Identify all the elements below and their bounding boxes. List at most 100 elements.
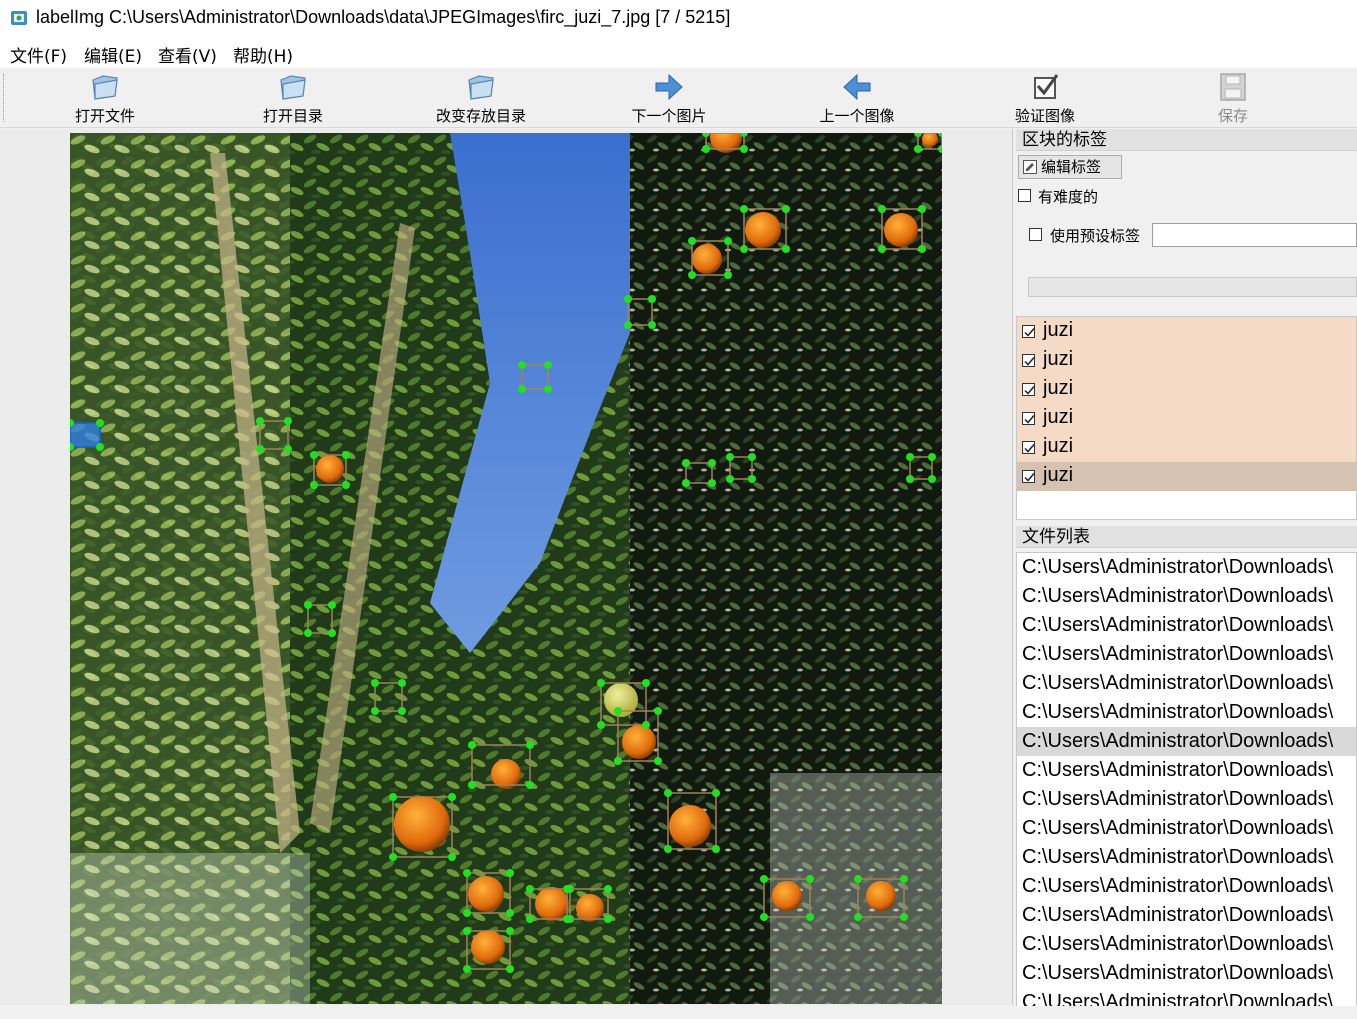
bbox-vertex-handle[interactable] [284, 417, 292, 425]
file-list-item[interactable]: C:\Users\Administrator\Downloads\ [1017, 727, 1356, 756]
annotated-image[interactable] [70, 133, 942, 1004]
label-checkbox[interactable] [1022, 325, 1035, 338]
file-list-item[interactable]: C:\Users\Administrator\Downloads\ [1017, 756, 1356, 785]
bbox-vertex-handle[interactable] [304, 601, 312, 609]
bbox-vertex-handle[interactable] [748, 453, 756, 461]
label-list[interactable]: juzi juzi juzi juzi juzi juzi [1016, 316, 1357, 520]
bbox-vertex-handle[interactable] [604, 915, 612, 923]
bbox-vertex-handle[interactable] [448, 853, 456, 861]
bbox-vertex-handle[interactable] [604, 885, 612, 893]
bbox-vertex-handle[interactable] [506, 869, 514, 877]
bbox-vertex-handle[interactable] [928, 475, 936, 483]
bbox-vertex-handle[interactable] [371, 707, 379, 715]
bbox-vertex-handle[interactable] [918, 245, 926, 253]
bbox-vertex-handle[interactable] [726, 453, 734, 461]
bbox-vertex-handle[interactable] [342, 451, 350, 459]
bbox-vertex-handle[interactable] [468, 781, 476, 789]
bbox-vertex-handle[interactable] [928, 453, 936, 461]
bbox-vertex-handle[interactable] [468, 741, 476, 749]
file-list[interactable]: C:\Users\Administrator\Downloads\ C:\User… [1016, 552, 1357, 1007]
bbox-vertex-handle[interactable] [648, 295, 656, 303]
bbox-vertex-handle[interactable] [563, 885, 571, 893]
bbox-vertex-handle[interactable] [918, 205, 926, 213]
file-list-item[interactable]: C:\Users\Administrator\Downloads\ [1017, 872, 1356, 901]
bbox-vertex-handle[interactable] [724, 271, 732, 279]
bbox-vertex-handle[interactable] [624, 321, 632, 329]
bbox-vertex-handle[interactable] [563, 915, 571, 923]
label-checkbox[interactable] [1022, 383, 1035, 396]
bbox-vertex-handle[interactable] [96, 419, 104, 427]
menu-view[interactable]: 查看(V) [156, 42, 219, 67]
bbox-vertex-handle[interactable] [782, 205, 790, 213]
bounding-box[interactable] [70, 419, 104, 451]
bbox-vertex-handle[interactable] [463, 869, 471, 877]
bbox-vertex-handle[interactable] [724, 237, 732, 245]
bbox-vertex-handle[interactable] [526, 741, 534, 749]
bbox-vertex-handle[interactable] [914, 145, 922, 153]
bbox-vertex-handle[interactable] [748, 475, 756, 483]
menu-help[interactable]: 帮助(H) [231, 42, 295, 67]
bbox-vertex-handle[interactable] [806, 875, 814, 883]
open-file-button[interactable]: 打开文件 [45, 70, 165, 126]
bbox-vertex-handle[interactable] [642, 679, 650, 687]
bbox-vertex-handle[interactable] [389, 853, 397, 861]
menu-file[interactable]: 文件(F) [8, 42, 69, 67]
file-list-item[interactable]: C:\Users\Administrator\Downloads\ [1017, 640, 1356, 669]
bbox-vertex-handle[interactable] [371, 679, 379, 687]
bbox-vertex-handle[interactable] [624, 295, 632, 303]
toolbar-grip[interactable] [3, 74, 7, 122]
bbox-vertex-handle[interactable] [740, 245, 748, 253]
file-list-item[interactable]: C:\Users\Administrator\Downloads\ [1017, 611, 1356, 640]
file-list-item[interactable]: C:\Users\Administrator\Downloads\ [1017, 553, 1356, 582]
bbox-vertex-handle[interactable] [310, 481, 318, 489]
bbox-vertex-handle[interactable] [389, 793, 397, 801]
next-image-button[interactable]: 下一个图片 [609, 70, 729, 126]
bbox-vertex-handle[interactable] [304, 629, 312, 637]
bbox-vertex-handle[interactable] [544, 361, 552, 369]
bbox-vertex-handle[interactable] [900, 913, 908, 921]
label-list-item[interactable]: juzi [1017, 433, 1356, 462]
bbox-vertex-handle[interactable] [398, 679, 406, 687]
bbox-vertex-handle[interactable] [806, 913, 814, 921]
difficult-checkbox[interactable] [1018, 189, 1031, 202]
bbox-vertex-handle[interactable] [310, 451, 318, 459]
bbox-vertex-handle[interactable] [702, 145, 710, 153]
bbox-vertex-handle[interactable] [544, 385, 552, 393]
bbox-vertex-handle[interactable] [614, 707, 622, 715]
open-dir-button[interactable]: 打开目录 [233, 70, 353, 126]
use-default-label-checkbox[interactable] [1029, 228, 1042, 241]
bbox-vertex-handle[interactable] [906, 475, 914, 483]
bbox-vertex-handle[interactable] [96, 443, 104, 451]
bbox-vertex-handle[interactable] [506, 965, 514, 973]
file-list-item[interactable]: C:\Users\Administrator\Downloads\ [1017, 901, 1356, 930]
bbox-vertex-handle[interactable] [597, 721, 605, 729]
label-combo-box[interactable] [1028, 277, 1357, 297]
bbox-vertex-handle[interactable] [900, 875, 908, 883]
bbox-vertex-handle[interactable] [712, 845, 720, 853]
bbox-vertex-handle[interactable] [906, 453, 914, 461]
bbox-vertex-handle[interactable] [463, 965, 471, 973]
bbox-vertex-handle[interactable] [597, 679, 605, 687]
bbox-vertex-handle[interactable] [518, 361, 526, 369]
label-list-item[interactable]: juzi [1017, 375, 1356, 404]
bbox-vertex-handle[interactable] [328, 629, 336, 637]
bbox-vertex-handle[interactable] [526, 915, 534, 923]
label-checkbox[interactable] [1022, 412, 1035, 425]
bbox-vertex-handle[interactable] [760, 913, 768, 921]
file-list-item[interactable]: C:\Users\Administrator\Downloads\ [1017, 785, 1356, 814]
bbox-vertex-handle[interactable] [342, 481, 350, 489]
bbox-vertex-handle[interactable] [682, 479, 690, 487]
label-list-item[interactable]: juzi [1017, 462, 1356, 491]
file-list-item[interactable]: C:\Users\Administrator\Downloads\ [1017, 669, 1356, 698]
bbox-vertex-handle[interactable] [654, 757, 662, 765]
file-list-item[interactable]: C:\Users\Administrator\Downloads\ [1017, 959, 1356, 988]
file-list-item[interactable]: C:\Users\Administrator\Downloads\ [1017, 814, 1356, 843]
bbox-vertex-handle[interactable] [506, 927, 514, 935]
bbox-vertex-handle[interactable] [506, 909, 514, 917]
bbox-vertex-handle[interactable] [664, 845, 672, 853]
bbox-vertex-handle[interactable] [648, 321, 656, 329]
image-canvas[interactable] [0, 129, 1013, 1005]
bbox-vertex-handle[interactable] [398, 707, 406, 715]
change-save-dir-button[interactable]: 改变存放目录 [421, 70, 541, 126]
bbox-vertex-handle[interactable] [463, 927, 471, 935]
